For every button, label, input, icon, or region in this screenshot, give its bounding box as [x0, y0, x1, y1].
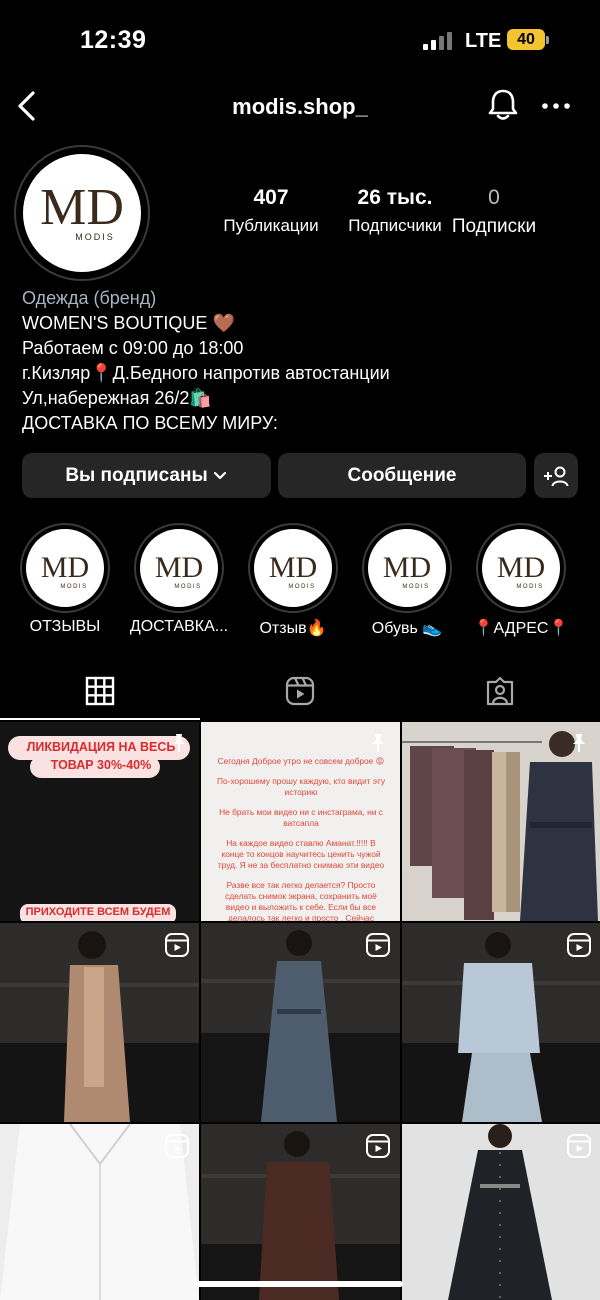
highlight-adres[interactable]: MD MODIS 📍АДРЕС📍 — [474, 523, 568, 637]
pin-icon — [173, 734, 185, 752]
bio-line: Работаем с 09:00 до 18:00 — [22, 338, 244, 358]
bio-line: Ул,набережная 26/2🛍️ — [22, 388, 212, 408]
post-banner-bottom: ПРИХОДИТЕ ВСЕМ БУДЕМ — [25, 906, 171, 918]
carrier-label: LTE — [465, 30, 502, 52]
add-user-button[interactable] — [534, 453, 578, 498]
back-icon[interactable] — [14, 88, 44, 124]
logo-word: MODIS — [75, 232, 115, 242]
reel-icon — [567, 933, 591, 957]
signal-icon — [423, 32, 453, 50]
reel-icon — [366, 933, 390, 957]
story-paragraph: Разве все так легко делается? Просто сде… — [225, 880, 377, 921]
stat-followers-value: 26 тыс. — [357, 186, 433, 209]
highlight-otzyv[interactable]: MD MODIS Отзыв🔥 — [248, 523, 338, 637]
logo-letters: MD — [40, 179, 124, 236]
reel-icon — [366, 1134, 390, 1158]
story-paragraph: На каждое видео ставлю Аманат.!!!!! В ко… — [217, 838, 385, 870]
modis-logo: MDMODIS — [155, 551, 203, 590]
stat-following[interactable]: 0 Подписки — [443, 186, 545, 238]
story-paragraph: По-хорошему прошу каждую, кто видит эту … — [216, 776, 386, 797]
highlight-otzyvy[interactable]: MD MODIS ОТЗЫВЫ — [20, 523, 110, 635]
stat-followers[interactable]: 26 тыс. Подписчики — [330, 186, 460, 236]
tab-reels-icon[interactable] — [285, 676, 315, 706]
tab-tagged-icon[interactable] — [485, 676, 515, 706]
pin-icon — [372, 734, 384, 752]
post-story-text: Сегодня Доброе утро не совсем доброе 😡 П… — [215, 756, 387, 921]
post-reel-blue-set[interactable] — [402, 923, 600, 1122]
modis-logo: MD MODIS — [40, 179, 124, 242]
reel-icon — [567, 1134, 591, 1158]
stat-posts-label: Публикации — [223, 216, 319, 235]
profile-bio: Одежда (бренд) WOMEN'S BOUTIQUE 🤎 Работа… — [22, 286, 390, 436]
post-clothing-rack[interactable] — [402, 722, 600, 921]
stat-following-label: Подписки — [451, 216, 537, 237]
pin-icon — [573, 734, 585, 752]
message-button[interactable]: Сообщение — [278, 453, 526, 498]
reel-icon — [165, 1134, 189, 1158]
svg-text:MD: MD — [497, 551, 545, 584]
status-time: 12:39 — [80, 26, 147, 54]
stat-posts-value: 407 — [253, 186, 289, 209]
modis-logo: MDMODIS — [269, 551, 317, 590]
story-paragraph: Не брать мои видео ни с инстаграма, ни с… — [219, 807, 383, 828]
highlight-label: 📍АДРЕС📍 — [473, 620, 569, 637]
modis-logo: MDMODIS — [383, 551, 431, 590]
story-paragraph: Сегодня Доброе утро не совсем доброе 😡 — [217, 756, 385, 766]
highlight-obuv[interactable]: MD MODIS Обувь 👟 — [362, 523, 452, 637]
chevron-down-icon — [213, 471, 226, 479]
stat-followers-label: Подписчики — [348, 216, 442, 235]
svg-text:MODIS: MODIS — [288, 584, 315, 590]
svg-text:MODIS: MODIS — [402, 584, 429, 590]
post-reel-brown-knit[interactable] — [201, 1124, 400, 1300]
avatar[interactable]: MD MODIS — [23, 154, 141, 272]
stat-posts[interactable]: 407 Публикации — [212, 186, 330, 236]
add-user-icon — [544, 466, 569, 486]
bio-line: WOMEN'S BOUTIQUE 🤎 — [22, 313, 235, 333]
post-sale-banner[interactable]: ЛИКВИДАЦИЯ НА ВЕСЬ ТОВАР 30%-40% ПРИХОДИ… — [0, 722, 199, 921]
more-options-icon[interactable] — [540, 96, 572, 116]
modis-logo: MDMODIS — [41, 551, 89, 590]
home-indicator[interactable] — [197, 1281, 403, 1287]
svg-text:MODIS: MODIS — [174, 584, 201, 590]
highlight-dostavka[interactable]: MD MODIS ДОСТАВКА... — [130, 523, 228, 635]
svg-text:MD: MD — [383, 551, 431, 584]
svg-text:MODIS: MODIS — [516, 584, 543, 590]
message-button-label: Сообщение — [347, 464, 457, 486]
battery-icon: 40 — [507, 29, 545, 50]
bio-line: ДОСТАВКА ПО ВСЕМУ МИРУ: — [22, 413, 278, 433]
post-reel-black-dress[interactable] — [402, 1124, 600, 1300]
following-button[interactable]: Вы подписаны — [22, 453, 271, 498]
profile-username: modis.shop_ — [232, 94, 368, 119]
following-button-label: Вы подписаны — [65, 464, 208, 486]
modis-logo: MDMODIS — [497, 551, 545, 590]
post-reel-denim-dress[interactable] — [201, 923, 400, 1122]
stat-following-value: 0 — [488, 186, 500, 209]
bio-category[interactable]: Одежда (бренд) — [22, 286, 390, 311]
tab-active-indicator — [0, 718, 200, 720]
post-banner-top: ЛИКВИДАЦИЯ НА ВЕСЬ ТОВАР 30%-40% — [26, 740, 176, 772]
post-reel-white-shirt[interactable] — [0, 1124, 199, 1300]
tab-grid-icon[interactable] — [85, 676, 115, 706]
svg-text:MD: MD — [155, 551, 203, 584]
svg-text:MD: MD — [269, 551, 317, 584]
bio-line: г.Кизляр📍Д.Бедного напротив автостанции — [22, 363, 390, 383]
svg-text:MD: MD — [41, 551, 89, 584]
bell-icon[interactable] — [487, 88, 519, 122]
svg-text:MODIS: MODIS — [60, 584, 87, 590]
reel-icon — [165, 933, 189, 957]
battery-tip — [546, 36, 549, 44]
post-reel-beige-coat[interactable] — [0, 923, 199, 1122]
post-text-story[interactable]: Сегодня Доброе утро не совсем доброе 😡 П… — [201, 722, 400, 921]
